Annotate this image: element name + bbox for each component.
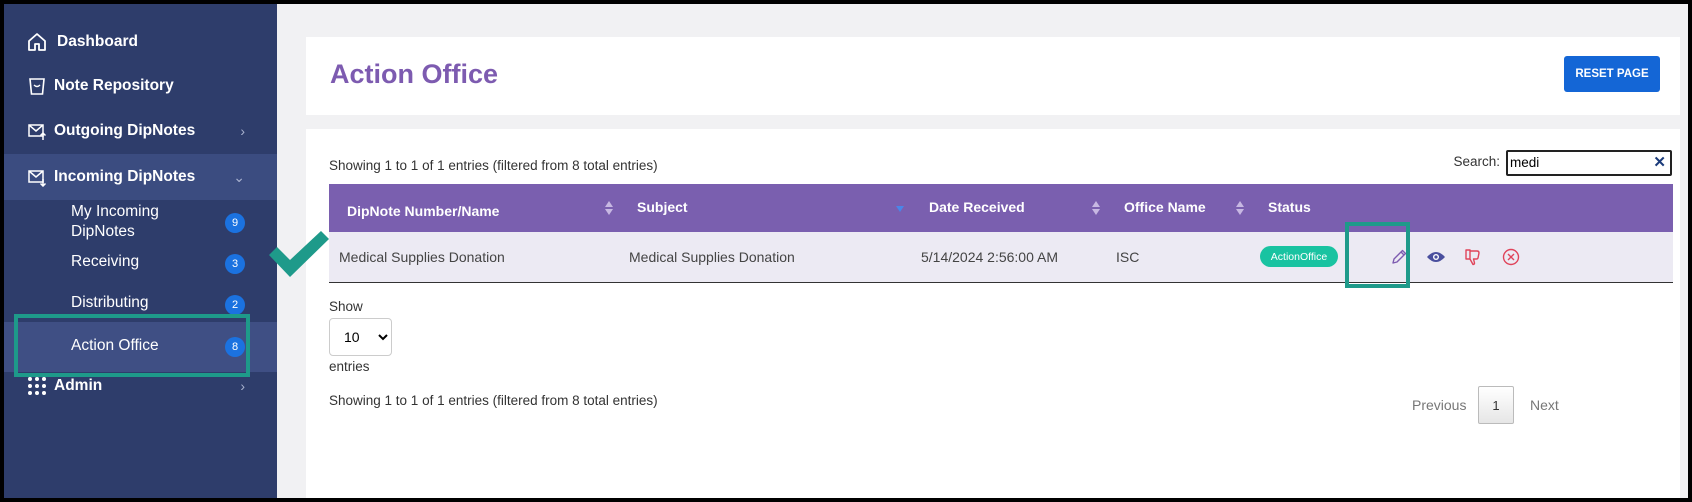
column-header-label: Status [1268, 199, 1311, 215]
cell-office-name: ISC [1116, 249, 1140, 265]
column-header-label: DipNote Number/Name [347, 203, 500, 219]
sort-icon [1092, 201, 1100, 215]
chevron-down-icon: ⌄ [233, 168, 245, 185]
page-title: Action Office [330, 59, 499, 89]
column-header-label: Office Name [1124, 199, 1206, 215]
view-icon[interactable] [1425, 246, 1447, 268]
clear-search-icon[interactable]: ✕ [1653, 153, 1666, 171]
mail-out-icon [24, 118, 50, 144]
column-header-office-name[interactable]: Office Name [1105, 184, 1250, 232]
trash-icon [24, 73, 50, 99]
pagination-next[interactable]: Next [1530, 397, 1559, 413]
count-badge: 9 [225, 213, 245, 233]
sidebar-subitem-label: Distributing [71, 294, 149, 311]
mail-in-icon [24, 164, 50, 190]
checkmark-icon [269, 231, 329, 277]
app-window: Dashboard Note Repository Outgoing DipNo… [4, 4, 1688, 498]
column-header-label: Date Received [929, 199, 1025, 215]
sidebar-item-label: Admin [54, 377, 103, 394]
sidebar-item-label: Outgoing DipNotes [54, 122, 196, 139]
chevron-right-icon: › [240, 378, 245, 394]
count-badge: 3 [225, 254, 245, 274]
page-length-select[interactable]: 10 [329, 318, 392, 356]
sort-icon [1236, 201, 1244, 215]
reject-icon[interactable] [1462, 246, 1484, 268]
search-input[interactable] [1510, 153, 1650, 171]
highlight-box-edit [1345, 222, 1410, 288]
column-header-date-received[interactable]: Date Received [910, 184, 1105, 232]
sidebar: Dashboard Note Repository Outgoing DipNo… [4, 4, 277, 498]
search-label: Search: [1453, 154, 1500, 169]
sidebar-item-label: Incoming DipNotes [54, 168, 196, 185]
column-header-label: Subject [637, 199, 688, 215]
sidebar-subitem-my-incoming-dipnotes[interactable]: My Incoming DipNotes 9 [4, 201, 277, 245]
sidebar-item-note-repository[interactable]: Note Repository [4, 63, 277, 109]
cell-dipnote-name: Medical Supplies Donation [339, 249, 505, 265]
sort-icon [605, 201, 613, 215]
sidebar-subitem-receiving[interactable]: Receiving 3 [4, 251, 277, 291]
sort-desc-icon [896, 206, 904, 212]
column-header-subject[interactable]: Subject [619, 184, 910, 232]
sidebar-item-outgoing-dipnotes[interactable]: Outgoing DipNotes › [4, 108, 277, 154]
page-header: Action Office RESET PAGE [306, 37, 1680, 115]
table-info-top: Showing 1 to 1 of 1 entries (filtered fr… [329, 158, 658, 173]
cancel-icon[interactable] [1500, 246, 1522, 268]
table-header: DipNote Number/Name Subject Date Receive… [329, 184, 1673, 232]
cell-subject: Medical Supplies Donation [629, 249, 795, 265]
count-badge: 2 [225, 295, 245, 315]
sidebar-subitem-label-line1: My Incoming [71, 203, 159, 220]
reset-page-button[interactable]: RESET PAGE [1564, 56, 1660, 92]
sidebar-item-incoming-dipnotes[interactable]: Incoming DipNotes ⌄ [4, 154, 277, 200]
show-label: Show [329, 299, 363, 314]
pagination-page-1[interactable]: 1 [1478, 386, 1514, 424]
chevron-right-icon: › [240, 123, 245, 139]
table-info-bottom: Showing 1 to 1 of 1 entries (filtered fr… [329, 393, 658, 408]
table-card: Showing 1 to 1 of 1 entries (filtered fr… [306, 129, 1680, 498]
sidebar-subitem-label: Receiving [71, 253, 140, 270]
sidebar-subitem-label-line2: DipNotes [71, 223, 135, 240]
highlight-box-action-office [14, 314, 250, 377]
search-box: ✕ [1506, 150, 1672, 176]
status-badge: ActionOffice [1260, 246, 1338, 267]
sidebar-item-label: Note Repository [54, 77, 174, 94]
table-row[interactable]: Medical Supplies Donation Medical Suppli… [329, 232, 1673, 283]
sidebar-item-label: Dashboard [57, 33, 138, 50]
sidebar-item-dashboard[interactable]: Dashboard [4, 19, 277, 65]
cell-date-received: 5/14/2024 2:56:00 AM [921, 249, 1058, 265]
dipnotes-table: DipNote Number/Name Subject Date Receive… [329, 184, 1673, 283]
entries-label: entries [329, 359, 370, 374]
column-header-dipnote[interactable]: DipNote Number/Name [329, 184, 619, 232]
home-icon [24, 29, 50, 55]
pagination-previous[interactable]: Previous [1412, 397, 1466, 413]
